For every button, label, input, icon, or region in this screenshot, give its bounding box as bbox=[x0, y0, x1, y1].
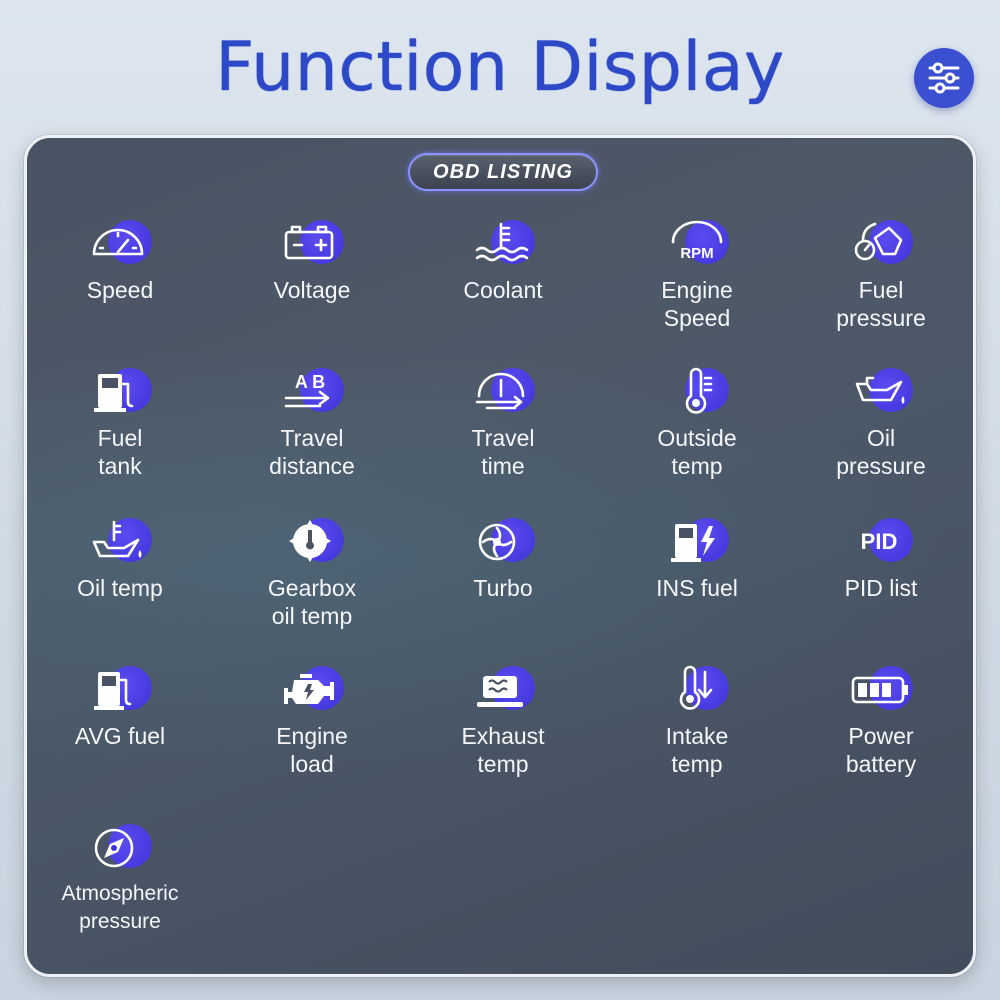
function-item-label: Outside temp bbox=[657, 425, 737, 479]
svg-text:PID: PID bbox=[861, 529, 898, 554]
turbo-icon bbox=[471, 516, 535, 566]
function-item-battery[interactable]: Voltage bbox=[222, 218, 402, 304]
coolant-icon bbox=[471, 218, 535, 268]
battery-icon bbox=[280, 218, 344, 268]
function-item-label: Travel distance bbox=[269, 425, 355, 479]
svg-text:RPM: RPM bbox=[680, 245, 713, 262]
function-item-ins-fuel[interactable]: INS fuel bbox=[607, 516, 787, 602]
intake-temp-icon bbox=[665, 664, 729, 714]
sliders-icon bbox=[928, 62, 960, 94]
power-battery-icon bbox=[849, 664, 913, 714]
function-item-label: Exhaust temp bbox=[461, 723, 545, 777]
function-item-speedometer[interactable]: Speed bbox=[30, 218, 210, 304]
function-item-rpm[interactable]: RPM Engine Speed bbox=[607, 218, 787, 332]
compass-icon bbox=[88, 822, 152, 872]
function-item-pid[interactable]: PID PID list bbox=[791, 516, 971, 602]
fuel-pump-icon bbox=[88, 366, 152, 416]
function-item-distance[interactable]: A B Travel distance bbox=[222, 366, 402, 480]
speedometer-icon bbox=[88, 218, 152, 268]
avg-fuel-icon bbox=[88, 664, 152, 714]
function-item-label: Coolant bbox=[463, 277, 543, 303]
thermometer-icon bbox=[665, 366, 729, 416]
function-item-label: Intake temp bbox=[665, 723, 729, 777]
function-item-label: Turbo bbox=[473, 575, 533, 601]
function-item-label: Oil pressure bbox=[836, 425, 926, 479]
function-item-timer[interactable]: Travel time bbox=[413, 366, 593, 480]
function-item-fuel-pump[interactable]: Fuel tank bbox=[30, 366, 210, 480]
function-item-label: Engine load bbox=[276, 723, 348, 777]
function-item-oil-can[interactable]: Oil pressure bbox=[791, 366, 971, 480]
svg-text:A B: A B bbox=[295, 372, 325, 392]
engine-icon bbox=[280, 664, 344, 714]
function-item-exhaust[interactable]: Exhaust temp bbox=[413, 664, 593, 778]
oil-can-icon bbox=[849, 366, 913, 416]
settings-button[interactable] bbox=[914, 48, 974, 108]
function-item-label: Oil temp bbox=[77, 575, 163, 601]
distance-icon: A B bbox=[280, 366, 344, 416]
timer-icon bbox=[471, 366, 535, 416]
function-item-thermometer[interactable]: Outside temp bbox=[607, 366, 787, 480]
function-item-turbo[interactable]: Turbo bbox=[413, 516, 593, 602]
function-item-label: Speed bbox=[86, 277, 154, 303]
function-item-engine[interactable]: Engine load bbox=[222, 664, 402, 778]
fuel-pressure-icon bbox=[849, 218, 913, 268]
function-item-compass[interactable]: Atmospheric pressure bbox=[30, 822, 210, 936]
obd-listing-badge: OBD LISTING bbox=[408, 153, 598, 191]
function-item-gearbox-temp[interactable]: Gearbox oil temp bbox=[222, 516, 402, 630]
function-item-power-battery[interactable]: Power battery bbox=[791, 664, 971, 778]
function-item-label: Gearbox oil temp bbox=[267, 575, 357, 629]
function-item-label: Power battery bbox=[845, 723, 917, 777]
gearbox-temp-icon bbox=[280, 516, 344, 566]
function-item-label: PID list bbox=[844, 575, 918, 601]
function-item-intake-temp[interactable]: Intake temp bbox=[607, 664, 787, 778]
page-title: Function Display bbox=[215, 28, 785, 107]
function-item-label: Fuel pressure bbox=[836, 277, 926, 331]
function-item-label: Atmospheric pressure bbox=[61, 882, 179, 933]
function-item-label: Voltage bbox=[273, 277, 351, 303]
function-item-oil-temp[interactable]: Oil temp bbox=[30, 516, 210, 602]
exhaust-icon bbox=[471, 664, 535, 714]
oil-temp-icon bbox=[88, 516, 152, 566]
pid-icon: PID bbox=[849, 516, 913, 566]
ins-fuel-icon bbox=[665, 516, 729, 566]
function-item-label: INS fuel bbox=[656, 575, 738, 601]
function-item-label: AVG fuel bbox=[74, 723, 166, 749]
function-item-avg-fuel[interactable]: AVG fuel bbox=[30, 664, 210, 750]
function-item-label: Fuel tank bbox=[97, 425, 143, 479]
function-item-label: Travel time bbox=[471, 425, 535, 479]
function-item-fuel-pressure[interactable]: Fuel pressure bbox=[791, 218, 971, 332]
function-item-coolant[interactable]: Coolant bbox=[413, 218, 593, 304]
function-item-label: Engine Speed bbox=[661, 277, 733, 331]
rpm-icon: RPM bbox=[665, 218, 729, 268]
